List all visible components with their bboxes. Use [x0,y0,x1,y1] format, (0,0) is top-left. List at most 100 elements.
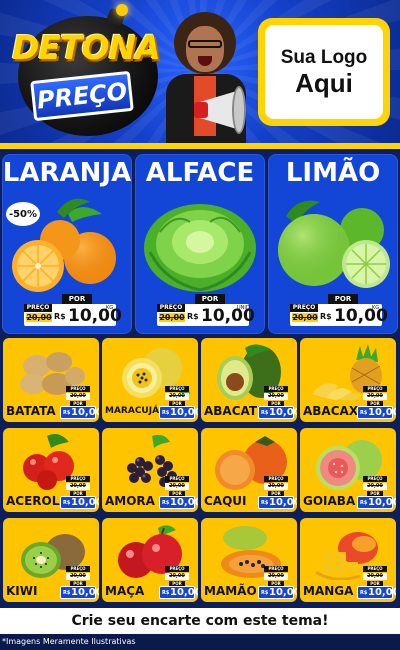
product-card-goiaba[interactable]: GOIABAPREÇO20,00PORR$10,00 [300,428,396,512]
price-box: R$10,00 [357,406,396,419]
price-value: 10,00 [368,407,396,418]
price-value: 10,00 [71,497,99,508]
product-card-acerola[interactable]: ACEROLAPREÇO20,00PORR$10,00 [3,428,99,512]
price-tag: PREÇO20,00PORR$10,00 [258,566,297,600]
price-tag: PREÇO20,00PORR$10,00 [258,386,297,420]
price-value: 10,00 [170,407,198,418]
brand-preco: PREÇO [35,77,129,115]
currency: R$ [360,500,368,506]
currency: R$ [63,410,71,416]
preco-label: PREÇO [24,304,52,312]
old-price: 20,00 [66,573,90,580]
cta-banner[interactable]: Crie seu encarte com este tema! [0,608,400,634]
featured-card-laranja[interactable]: LARANJA -50% POR PREÇO 20,00 R$ 10,00 KG [2,154,132,334]
old-price: 20,00 [264,483,288,490]
price-tag: PREÇO20,00PORR$10,00 [159,566,198,600]
megaphone-icon [190,84,246,136]
old-price: 20,00 [66,393,90,400]
product-name: MARACUJÁ [105,406,160,416]
product-card-maracujá[interactable]: MARACUJÁPREÇO20,00PORR$10,00 [102,338,198,422]
price-box: R$10,00 [357,496,396,509]
featured-title: LARANJA [2,158,132,188]
price-value: 10,00 [170,497,198,508]
preco-label: PREÇO [66,386,90,392]
product-card-caqui[interactable]: CAQUI PREÇO20,00PORR$10,00 [201,428,297,512]
preco-label: PREÇO [290,304,318,312]
product-name: MANGA [303,584,354,598]
featured-title: ALFACE [145,158,255,188]
price-value: 10,00 [269,587,297,598]
price-tag: PREÇO20,00PORR$10,00 [357,476,396,510]
price-value: 10,00 [68,306,122,326]
logo-placeholder[interactable]: Sua Logo Aqui [258,18,390,126]
price-box: R$10,00 [258,496,297,509]
old-price: 20,00 [292,313,318,322]
price-box: R$10,00 [60,406,99,419]
unit: KG [106,305,114,311]
price-tag: POR PREÇO 20,00 R$ 10,00 KG [24,294,122,328]
lime-icon [278,200,390,288]
old-price: 20,00 [159,313,185,322]
woman-with-megaphone-image [166,12,256,145]
product-card-batata[interactable]: BATATA PREÇO20,00PORR$10,00 [3,338,99,422]
price-box: R$10,00 [159,586,198,599]
price-value: 10,00 [368,587,396,598]
price-tag: PREÇO20,00PORR$10,00 [159,386,198,420]
brand-detona: DETONA [12,28,161,67]
product-name: GOIABA [303,494,356,508]
price-box: R$10,00 [357,586,396,599]
discount-badge: -50% [6,202,40,226]
disclaimer: *Imagens Meramente Ilustrativas [2,637,136,646]
product-card-maça[interactable]: MAÇA PREÇO20,00PORR$10,00 [102,518,198,602]
price-box: R$10,00 [159,406,198,419]
product-name: ABACATE [204,404,266,418]
product-card-abacate[interactable]: ABACATEPREÇO20,00PORR$10,00 [201,338,297,422]
product-name: CAQUI [204,494,247,508]
product-name: KIWI [6,584,38,598]
product-card-abacaxi[interactable]: ABACAXIPREÇO20,00PORR$10,00 [300,338,396,422]
price-tag: PREÇO20,00PORR$10,00 [357,566,396,600]
currency: R$ [261,500,269,506]
featured-card-alface[interactable]: ALFACE POR PREÇO 20,00 R$ 10,00 UNID [135,154,265,334]
price-value: 10,00 [368,497,396,508]
unit: UNID [237,305,250,311]
lettuce-icon [144,204,256,292]
featured-card-limao[interactable]: LIMÃO POR PREÇO 20,00 R$ 10,00 KG [268,154,398,334]
currency: R$ [187,312,199,321]
old-price: 20,00 [165,483,189,490]
preco-label: PREÇO [165,476,189,482]
currency: R$ [360,410,368,416]
product-name: AMORA [105,494,155,508]
por-label: POR [328,294,358,304]
product-name: ABACAXI [303,404,363,418]
price-value: 10,00 [269,407,297,418]
preco-label: PREÇO [264,476,288,482]
product-card-manga[interactable]: MANGAPREÇO20,00PORR$10,00 [300,518,396,602]
price-tag: POR PREÇO 20,00 R$ 10,00 KG [290,294,388,328]
currency: R$ [54,312,66,321]
old-price: 20,00 [264,573,288,580]
product-card-amora[interactable]: AMORA PREÇO20,00PORR$10,00 [102,428,198,512]
price-value: 10,00 [71,407,99,418]
logo-line2: Aqui [295,67,353,98]
product-card-kiwi[interactable]: KIWI PREÇO20,00PORR$10,00 [3,518,99,602]
price-value: 10,00 [334,306,388,326]
currency: R$ [320,312,332,321]
price-value: 10,00 [71,587,99,598]
currency: R$ [360,590,368,596]
preco-label: PREÇO [264,386,288,392]
price-box: R$10,00 [60,496,99,509]
header-banner: DETONA PREÇO Sua Logo Aqui [0,0,400,145]
preco-label: PREÇO [165,386,189,392]
product-card-mamão[interactable]: MAMÃOPREÇO20,00PORR$10,00 [201,518,297,602]
price-box: R$10,00 [159,496,198,509]
price-tag: PREÇO20,00PORR$10,00 [60,476,99,510]
old-price: 20,00 [165,573,189,580]
preco-label: PREÇO [157,304,185,312]
preco-label: PREÇO [363,386,387,392]
preco-label: PREÇO [363,566,387,572]
old-price: 20,00 [363,573,387,580]
product-name: MAÇA [105,584,145,598]
old-price: 20,00 [363,393,387,400]
price-box: R$10,00 [258,586,297,599]
